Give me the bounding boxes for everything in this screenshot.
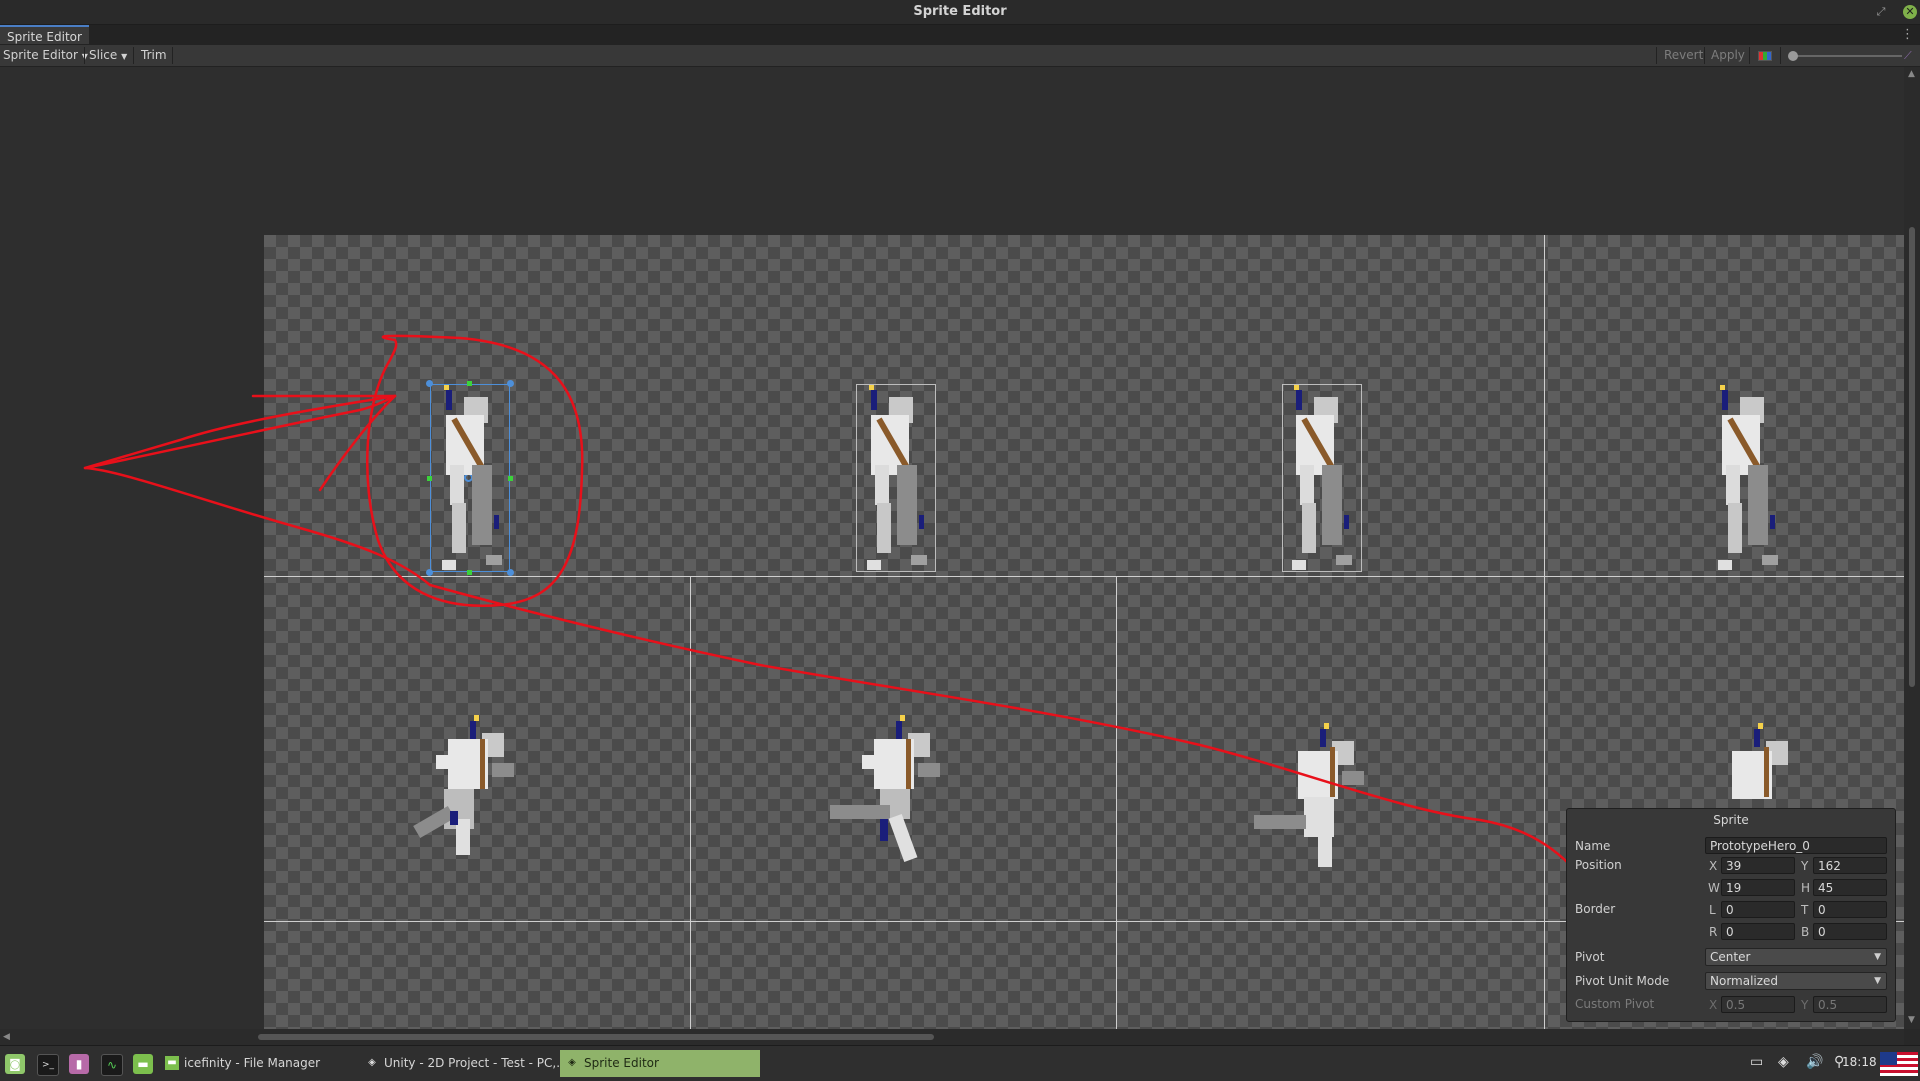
pivot-unit-mode-dropdown[interactable]: Normalized ▼: [1705, 972, 1887, 990]
mode-dropdown[interactable]: Sprite Editor ▼: [3, 45, 88, 66]
unity-tray-icon[interactable]: ◈: [1778, 1054, 1789, 1070]
toolbar-divider: [1656, 47, 1657, 64]
pivot-label: Pivot: [1575, 950, 1605, 964]
pivot-dropdown[interactable]: Center ▼: [1705, 948, 1887, 966]
w-label: W: [1708, 881, 1720, 895]
terminal-icon[interactable]: >_: [37, 1054, 59, 1076]
tab-bar: Sprite Editor ⋮: [0, 25, 1920, 45]
clock[interactable]: 18:18: [1842, 1055, 1877, 1069]
unity-icon: ◈: [568, 1057, 576, 1068]
b-label: B: [1801, 925, 1810, 939]
x-field[interactable]: 39: [1721, 857, 1795, 874]
toolbar-divider: [1780, 47, 1781, 64]
chevron-down-icon: ▼: [1874, 976, 1881, 986]
display-icon[interactable]: ▭: [1750, 1054, 1763, 1070]
t-label: T: [1801, 903, 1809, 917]
sprite-inspector-panel: Sprite Name PrototypeHero_0 Position X 3…: [1566, 808, 1896, 1022]
chevron-down-icon: ▼: [1874, 952, 1881, 962]
r-label: R: [1709, 925, 1718, 939]
window-titlebar: Sprite Editor ⤢ ✕: [0, 0, 1920, 25]
trim-button[interactable]: Trim: [141, 45, 167, 66]
chevron-down-icon: ▼: [121, 52, 128, 61]
task-sprite-editor[interactable]: ◈ Sprite Editor: [560, 1050, 760, 1077]
r-field[interactable]: 0: [1721, 923, 1795, 940]
b-field[interactable]: 0: [1813, 923, 1887, 940]
unity-icon: ◈: [368, 1057, 376, 1068]
scroll-down-icon[interactable]: ▼: [1908, 1015, 1915, 1025]
hero-run-sprite: [413, 715, 514, 855]
system-taskbar: ◙ >_ ▮ ∿ ▬ ▬ icefinity - File Manager ◈ …: [0, 1045, 1920, 1081]
keyboard-layout-flag-icon[interactable]: [1880, 1052, 1918, 1076]
toolbar-divider: [84, 47, 85, 64]
pivot-unit-mode-value: Normalized: [1710, 974, 1779, 988]
l-field[interactable]: 0: [1721, 901, 1795, 918]
apply-button[interactable]: Apply: [1711, 45, 1745, 66]
y-label: Y: [1801, 859, 1809, 873]
horizontal-scroll-thumb[interactable]: [258, 1034, 934, 1040]
more-options-icon[interactable]: ⋮: [1901, 27, 1914, 42]
file-manager-icon: ▬: [165, 1056, 179, 1070]
color-channels-icon[interactable]: [1758, 51, 1772, 61]
window-title: Sprite Editor: [913, 4, 1007, 19]
name-field[interactable]: PrototypeHero_0: [1705, 837, 1887, 854]
editor-toolbar: Sprite Editor ▼ Slice ▼ Trim Revert Appl…: [0, 45, 1920, 67]
toolbar-divider: [172, 47, 173, 64]
scroll-left-icon[interactable]: ◀: [3, 1032, 10, 1042]
zoom-slider-handle[interactable]: [1788, 51, 1798, 61]
mode-dropdown-label: Sprite Editor: [3, 48, 78, 62]
toolbar-divider: [1749, 47, 1750, 64]
border-label: Border: [1575, 902, 1616, 916]
task-label: Sprite Editor: [584, 1056, 659, 1070]
mipmap-slider-icon[interactable]: ⟋: [1904, 49, 1912, 63]
toolbar-divider: [133, 47, 134, 64]
name-label: Name: [1575, 839, 1611, 853]
hero-run-sprite: [1254, 723, 1364, 867]
vertical-scrollbar[interactable]: ▲ ▼: [1904, 67, 1920, 1029]
custom-pivot-x-label: X: [1709, 998, 1718, 1012]
tab-sprite-editor[interactable]: Sprite Editor: [0, 25, 89, 44]
w-field[interactable]: 19: [1721, 879, 1795, 896]
task-file-manager[interactable]: ▬ icefinity - File Manager: [160, 1050, 350, 1077]
pivot-dropdown-value: Center: [1710, 950, 1751, 964]
close-icon[interactable]: ✕: [1903, 5, 1917, 19]
task-label: icefinity - File Manager: [184, 1056, 321, 1070]
hero-idle-sprite: [1292, 385, 1352, 570]
horizontal-scrollbar[interactable]: ◀: [0, 1029, 1904, 1045]
revert-button[interactable]: Revert: [1664, 45, 1703, 66]
volume-icon[interactable]: 🔊: [1806, 1054, 1823, 1070]
toolbar-divider: [1704, 47, 1705, 64]
vertical-scroll-thumb[interactable]: [1909, 227, 1915, 687]
custom-pivot-label: Custom Pivot: [1575, 997, 1655, 1011]
t-field[interactable]: 0: [1813, 901, 1887, 918]
custom-pivot-y-field: 0.5: [1813, 996, 1887, 1013]
start-menu-icon[interactable]: ◙: [5, 1054, 25, 1074]
hero-run-sprite: [1732, 723, 1788, 799]
custom-pivot-y-label: Y: [1801, 998, 1809, 1012]
hero-run-sprite: [830, 715, 940, 863]
slice-dropdown[interactable]: Slice ▼: [89, 45, 127, 66]
pivot-unit-mode-label: Pivot Unit Mode: [1575, 974, 1670, 988]
panel-title: Sprite: [1713, 813, 1749, 827]
app-launcher-icon[interactable]: ▮: [69, 1054, 89, 1074]
zoom-slider[interactable]: [1788, 51, 1902, 61]
folder-icon[interactable]: ▬: [133, 1054, 153, 1074]
hero-idle-sprite: [867, 385, 927, 570]
x-label: X: [1709, 859, 1718, 873]
task-label: Unity - 2D Project - Test - PC,...: [384, 1056, 560, 1070]
slice-dropdown-label: Slice: [89, 48, 118, 62]
h-label: H: [1801, 881, 1811, 895]
custom-pivot-x-field: 0.5: [1721, 996, 1795, 1013]
l-label: L: [1709, 903, 1716, 917]
task-unity[interactable]: ◈ Unity - 2D Project - Test - PC,...: [360, 1050, 560, 1077]
restore-icon[interactable]: ⤢: [1874, 5, 1888, 19]
system-monitor-icon[interactable]: ∿: [101, 1054, 123, 1076]
scroll-up-icon[interactable]: ▲: [1908, 69, 1915, 79]
position-label: Position: [1575, 858, 1622, 872]
y-field[interactable]: 162: [1813, 857, 1887, 874]
hero-idle-sprite: [442, 385, 502, 570]
hero-idle-sprite: [1718, 385, 1778, 570]
h-field[interactable]: 45: [1813, 879, 1887, 896]
